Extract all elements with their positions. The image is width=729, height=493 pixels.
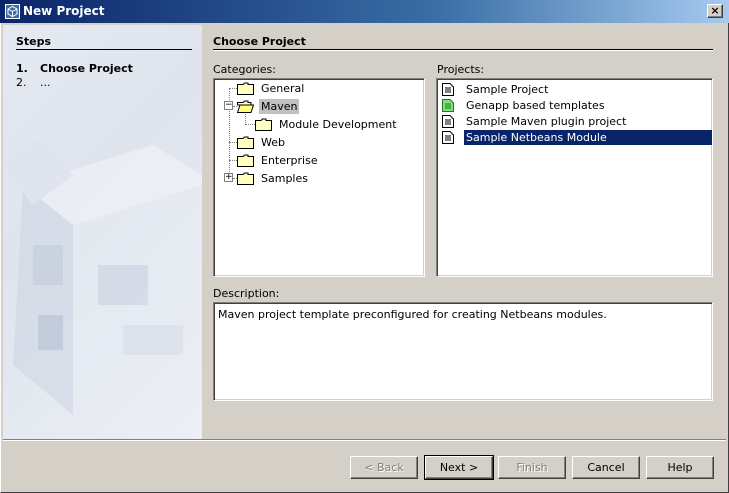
tree-item-general[interactable]: General	[237, 79, 306, 97]
green-document-icon	[442, 98, 454, 112]
app-icon	[5, 4, 20, 19]
title-bar[interactable]: New Project ×	[0, 0, 729, 23]
list-item-genapp-templates[interactable]: Genapp based templates	[439, 97, 712, 113]
steps-panel: Steps 1. Choose Project 2....	[3, 25, 202, 439]
folder-icon	[237, 154, 254, 167]
document-icon	[442, 130, 454, 144]
document-icon	[442, 114, 454, 128]
page-title: Choose Project	[213, 35, 306, 48]
help-button[interactable]: Help	[646, 456, 714, 479]
list-item-label: Genapp based templates	[466, 98, 605, 112]
tree-item-maven[interactable]: Maven	[237, 97, 300, 115]
step-item-2: 2....	[16, 76, 51, 89]
list-item-sample-project[interactable]: Sample Project	[439, 81, 712, 97]
tree-item-enterprise[interactable]: Enterprise	[237, 151, 320, 169]
steps-heading: Steps	[16, 35, 52, 48]
projects-label: Projects:	[437, 63, 485, 76]
categories-tree[interactable]: − + General Maven Module Development Web…	[213, 78, 425, 277]
tree-item-label: General	[261, 81, 305, 95]
button-bar-divider	[3, 439, 726, 441]
step-number: 2.	[16, 76, 27, 89]
list-item-label: Sample Netbeans Module	[464, 129, 712, 145]
tree-item-web[interactable]: Web	[237, 133, 287, 151]
open-folder-icon	[237, 100, 254, 113]
folder-icon	[255, 118, 272, 131]
collapse-icon[interactable]: −	[224, 101, 233, 110]
step-label: Choose Project	[40, 62, 133, 75]
step-number: 1.	[16, 62, 28, 75]
cancel-button[interactable]: Cancel	[572, 456, 640, 479]
folder-icon	[237, 136, 254, 149]
list-item-label: Sample Maven plugin project	[466, 114, 627, 128]
tree-item-label: Web	[261, 135, 285, 149]
tree-item-label: Enterprise	[261, 153, 318, 167]
step-label: ...	[40, 76, 51, 89]
description-text: Maven project template preconfigured for…	[218, 308, 607, 321]
steps-divider	[16, 49, 192, 50]
finish-button[interactable]: Finish	[498, 456, 566, 479]
tree-item-samples[interactable]: Samples	[237, 169, 310, 187]
next-button[interactable]: Next >	[424, 455, 494, 480]
tree-item-label: Samples	[261, 171, 308, 185]
list-item-netbeans-module[interactable]: Sample Netbeans Module	[439, 129, 712, 145]
close-icon: ×	[710, 4, 720, 17]
window-title: New Project	[23, 4, 105, 18]
categories-label: Categories:	[213, 63, 276, 76]
folder-icon	[237, 82, 254, 95]
folder-icon	[237, 172, 254, 185]
back-button[interactable]: < Back	[350, 456, 418, 479]
description-label: Description:	[213, 287, 280, 300]
list-item-label: Sample Project	[466, 82, 549, 96]
list-item-maven-plugin[interactable]: Sample Maven plugin project	[439, 113, 712, 129]
projects-list[interactable]: Sample Project Genapp based templates Sa…	[436, 78, 713, 277]
step-item-1: 1. Choose Project	[16, 62, 133, 75]
expand-icon[interactable]: +	[224, 173, 233, 182]
tree-item-label: Module Development	[279, 117, 397, 131]
tree-item-module-development[interactable]: Module Development	[255, 115, 399, 133]
description-text-area[interactable]: Maven project template preconfigured for…	[213, 302, 713, 401]
title-divider	[213, 49, 713, 51]
document-icon	[442, 82, 454, 96]
close-button[interactable]: ×	[707, 4, 723, 18]
tree-item-label: Maven	[259, 98, 300, 114]
